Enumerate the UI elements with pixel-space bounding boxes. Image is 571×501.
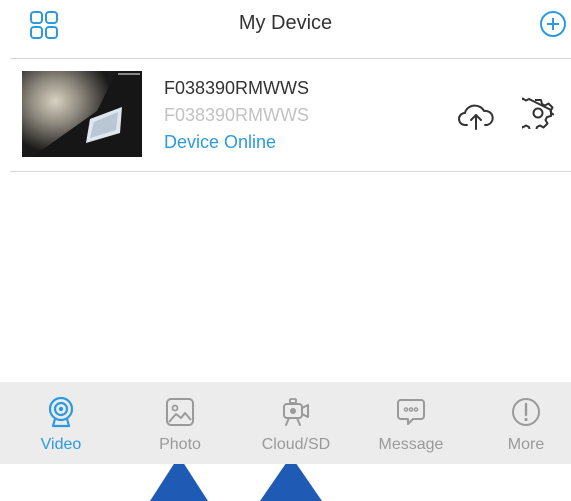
tab-cloud-sd[interactable]: Cloud/SD [239, 382, 353, 464]
device-status: Device Online [164, 132, 277, 152]
tab-photo[interactable]: Photo [123, 382, 237, 464]
device-name: F038390RMWWS [164, 78, 310, 98]
cloud-upload-icon[interactable] [458, 101, 494, 131]
tab-cloud-sd-label: Cloud/SD [261, 436, 331, 453]
device-list-item[interactable]: F038390RMWWS F038390RMWWS Device Online [0, 59, 571, 171]
bottom-tab-bar: Video Photo Cloud/SD Message More [0, 382, 571, 464]
page-title: My Device [238, 12, 333, 34]
image-icon [166, 398, 194, 426]
info-icon [512, 398, 540, 426]
tab-video-label: Video [40, 436, 82, 453]
camera-icon [48, 396, 74, 428]
device-subtitle: F038390RMWWS [164, 105, 310, 125]
message-icon [397, 399, 425, 425]
add-device-icon[interactable] [539, 10, 567, 38]
video-camera-icon [283, 398, 309, 426]
settings-gear-icon[interactable] [522, 97, 554, 129]
device-thumbnail[interactable] [22, 71, 142, 157]
header-bar: My Device [0, 0, 571, 52]
tab-message-label: Message [378, 436, 444, 453]
annotation-area [0, 464, 571, 501]
annotation-arrow-photo [150, 464, 322, 501]
device-divider [10, 171, 571, 172]
tab-message[interactable]: Message [354, 382, 468, 464]
tab-video[interactable]: Video [4, 382, 118, 464]
tab-photo-label: Photo [159, 436, 201, 453]
tab-more-label: More [507, 436, 545, 453]
tab-more[interactable]: More [469, 382, 571, 464]
